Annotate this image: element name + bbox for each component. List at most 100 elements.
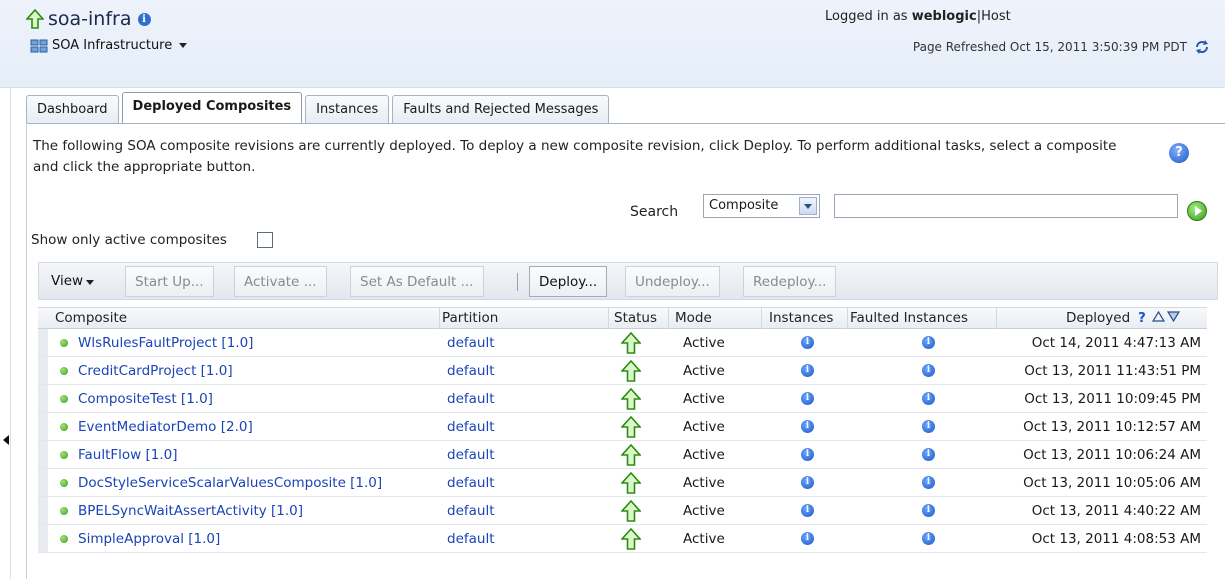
- help-icon[interactable]: ?: [1138, 310, 1146, 326]
- deployed-value: Oct 13, 2011 11:43:51 PM: [1024, 363, 1201, 379]
- mode-value: Active: [683, 503, 725, 519]
- partition-link[interactable]: default: [447, 335, 495, 351]
- tab-dashboard[interactable]: Dashboard: [26, 95, 119, 123]
- composite-link[interactable]: DocStyleServiceScalarValuesComposite [1.…: [78, 475, 382, 491]
- info-icon[interactable]: i: [922, 532, 935, 545]
- table-row[interactable]: WlsRulesFaultProject [1.0] default Active i…: [38, 329, 1207, 357]
- mode-value: Active: [683, 391, 725, 407]
- composite-link[interactable]: BPELSyncWaitAssertActivity [1.0]: [78, 503, 303, 519]
- deployed-value: Oct 13, 2011 10:06:24 AM: [1023, 447, 1201, 463]
- info-icon[interactable]: i: [922, 448, 935, 461]
- tab-deployed-composites[interactable]: Deployed Composites: [121, 92, 303, 123]
- col-status[interactable]: Status: [614, 310, 657, 326]
- partition-link[interactable]: default: [447, 391, 495, 407]
- col-composite[interactable]: Composite: [55, 310, 127, 326]
- logged-in-label: Logged in as: [825, 9, 908, 24]
- up-arrow-icon: [621, 416, 641, 438]
- soa-infrastructure-icon: [30, 39, 48, 52]
- info-icon[interactable]: i: [801, 364, 814, 377]
- info-icon[interactable]: i: [137, 12, 151, 26]
- info-icon[interactable]: i: [922, 504, 935, 517]
- tab-instances[interactable]: Instances: [305, 95, 390, 123]
- row-selector[interactable]: [38, 441, 48, 468]
- info-icon[interactable]: i: [922, 392, 935, 405]
- info-icon[interactable]: i: [801, 476, 814, 489]
- info-icon[interactable]: i: [922, 420, 935, 433]
- chevron-down-icon: [179, 43, 188, 48]
- row-selector[interactable]: [38, 413, 48, 440]
- partition-link[interactable]: default: [447, 447, 495, 463]
- col-deployed[interactable]: Deployed: [1066, 310, 1130, 326]
- chevron-down-icon: [799, 197, 817, 215]
- table-row[interactable]: FaultFlow [1.0] default Active i i Oct 13, 20…: [38, 441, 1207, 469]
- partition-link[interactable]: default: [447, 475, 495, 491]
- info-icon[interactable]: i: [922, 364, 935, 377]
- composite-link[interactable]: WlsRulesFaultProject [1.0]: [78, 335, 253, 351]
- activate-button[interactable]: Activate ...: [234, 266, 327, 297]
- info-icon[interactable]: i: [801, 336, 814, 349]
- row-selector[interactable]: [38, 357, 48, 384]
- page-title: soa-infra: [48, 8, 132, 30]
- row-selector[interactable]: [38, 385, 48, 412]
- deployed-value: Oct 14, 2011 4:47:13 AM: [1031, 335, 1201, 351]
- row-selector[interactable]: [38, 497, 48, 524]
- info-icon[interactable]: i: [922, 336, 935, 349]
- search-input[interactable]: [834, 194, 1178, 218]
- column-divider: [668, 308, 669, 329]
- info-icon[interactable]: i: [801, 420, 814, 433]
- host-name: Host: [981, 9, 1011, 24]
- col-partition[interactable]: Partition: [442, 310, 498, 326]
- row-selector[interactable]: [38, 525, 48, 552]
- active-only-checkbox[interactable]: [257, 232, 273, 248]
- info-icon[interactable]: i: [922, 476, 935, 489]
- title-row: soa-infra i: [26, 8, 151, 30]
- mode-value: Active: [683, 475, 725, 491]
- mode-value: Active: [683, 363, 725, 379]
- refresh-icon[interactable]: [1193, 38, 1211, 56]
- table-row[interactable]: DocStyleServiceScalarValuesComposite [1.…: [38, 469, 1207, 497]
- status-dot-icon: [60, 507, 68, 515]
- soa-infrastructure-menu[interactable]: SOA Infrastructure: [30, 38, 188, 53]
- search-label: Search: [630, 204, 679, 220]
- composite-link[interactable]: EventMediatorDemo [2.0]: [78, 419, 253, 435]
- collapse-pane-icon[interactable]: [3, 435, 9, 445]
- info-icon[interactable]: i: [801, 392, 814, 405]
- deploy-button[interactable]: Deploy...: [529, 266, 608, 297]
- redeploy-button[interactable]: Redeploy...: [743, 266, 837, 297]
- sort-descending-icon[interactable]: [1167, 311, 1180, 322]
- page-refreshed: Page Refreshed Oct 15, 2011 3:50:39 PM P…: [913, 38, 1211, 56]
- partition-link[interactable]: default: [447, 531, 495, 547]
- start-up-button[interactable]: Start Up...: [125, 266, 214, 297]
- table-row[interactable]: CreditCardProject [1.0] default Active i i Oc…: [38, 357, 1207, 385]
- col-faulted-instances[interactable]: Faulted Instances: [850, 310, 968, 326]
- partition-link[interactable]: default: [447, 419, 495, 435]
- partition-link[interactable]: default: [447, 503, 495, 519]
- go-icon[interactable]: [1187, 201, 1207, 221]
- sort-ascending-icon[interactable]: [1152, 311, 1165, 322]
- info-icon[interactable]: i: [801, 504, 814, 517]
- table-row[interactable]: EventMediatorDemo [2.0] default Active i i Oc…: [38, 413, 1207, 441]
- table-row[interactable]: SimpleApproval [1.0] default Active i i Oct 1…: [38, 525, 1207, 553]
- column-divider: [996, 308, 997, 329]
- composite-link[interactable]: CompositeTest [1.0]: [78, 391, 213, 407]
- column-divider: [761, 308, 762, 329]
- row-selector[interactable]: [38, 329, 48, 356]
- col-instances[interactable]: Instances: [769, 310, 833, 326]
- undeploy-button[interactable]: Undeploy...: [625, 266, 720, 297]
- set-as-default-button[interactable]: Set As Default ...: [350, 266, 484, 297]
- col-mode[interactable]: Mode: [675, 310, 712, 326]
- table-row[interactable]: CompositeTest [1.0] default Active i i Oct 13…: [38, 385, 1207, 413]
- info-icon[interactable]: i: [801, 532, 814, 545]
- tab-faults-rejected-messages[interactable]: Faults and Rejected Messages: [392, 95, 610, 123]
- table-row[interactable]: BPELSyncWaitAssertActivity [1.0] default A…: [38, 497, 1207, 525]
- row-selector[interactable]: [38, 469, 48, 496]
- help-icon[interactable]: ?: [1169, 143, 1189, 163]
- composite-link[interactable]: FaultFlow [1.0]: [78, 447, 178, 463]
- view-menu[interactable]: View: [51, 266, 95, 297]
- info-icon[interactable]: i: [801, 448, 814, 461]
- search-type-select[interactable]: Composite: [703, 194, 820, 218]
- composite-link[interactable]: SimpleApproval [1.0]: [78, 531, 220, 547]
- user-name[interactable]: weblogic: [912, 9, 977, 24]
- partition-link[interactable]: default: [447, 363, 495, 379]
- composite-link[interactable]: CreditCardProject [1.0]: [78, 363, 233, 379]
